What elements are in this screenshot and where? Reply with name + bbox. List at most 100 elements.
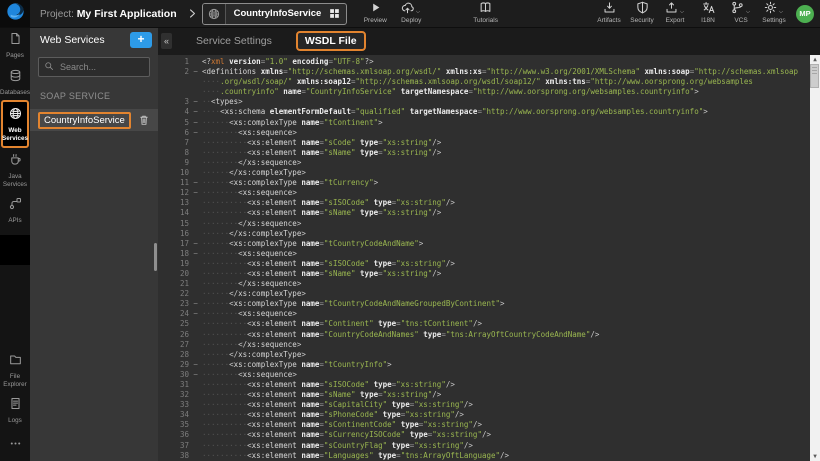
- gutter-cell[interactable]: 21: [158, 279, 202, 289]
- topbar-action-preview[interactable]: Preview: [363, 3, 387, 24]
- fold-marker[interactable]: −: [189, 299, 202, 309]
- gutter-cell[interactable]: 36: [158, 430, 202, 440]
- gutter-cell[interactable]: 32: [158, 390, 202, 400]
- tab-wsdl-file[interactable]: WSDL File: [296, 31, 366, 51]
- gutter-cell[interactable]: 5−: [158, 118, 202, 128]
- rail-more-button[interactable]: [0, 429, 30, 461]
- branch-icon: [731, 1, 744, 19]
- code-line: ····.countryinfo" name="CountryInfoServi…: [158, 87, 810, 97]
- gutter-cell[interactable]: 7: [158, 138, 202, 148]
- rail-item-label: Logs: [8, 417, 22, 425]
- gutter-cell[interactable]: 2−: [158, 67, 202, 77]
- gutter-cell[interactable]: 22: [158, 289, 202, 299]
- add-service-button[interactable]: +: [130, 32, 152, 48]
- gutter-cell[interactable]: 38: [158, 451, 202, 461]
- gutter-cell[interactable]: 19: [158, 259, 202, 269]
- gutter-cell[interactable]: 3−: [158, 97, 202, 107]
- fold-marker[interactable]: −: [189, 67, 202, 77]
- topbar-action-artifacts[interactable]: Artifacts: [597, 3, 621, 24]
- rail-item-logs[interactable]: Logs: [0, 392, 30, 429]
- rail-item-java-services[interactable]: Java Services: [0, 148, 30, 192]
- gutter-cell[interactable]: 17−: [158, 239, 202, 249]
- rail-item-apis[interactable]: APIs: [0, 192, 30, 229]
- gutter-cell[interactable]: 9: [158, 158, 202, 168]
- search-input[interactable]: [58, 61, 144, 73]
- topbar-action-export[interactable]: Export: [663, 3, 687, 24]
- gutter-cell[interactable]: 11−: [158, 178, 202, 188]
- fold-marker[interactable]: −: [189, 249, 202, 259]
- rail-item-pages[interactable]: Pages: [0, 27, 30, 64]
- gutter-cell[interactable]: 35: [158, 420, 202, 430]
- fold-marker[interactable]: −: [189, 360, 202, 370]
- gutter-cell[interactable]: 33: [158, 400, 202, 410]
- collapse-panel-button[interactable]: «: [161, 33, 172, 49]
- avatar[interactable]: MP: [796, 5, 814, 23]
- gutter-cell[interactable]: 37: [158, 441, 202, 451]
- gutter-cell[interactable]: 28: [158, 350, 202, 360]
- gutter-cell[interactable]: 20: [158, 269, 202, 279]
- wsdl-code-editor[interactable]: 1<?xml version="1.0" encoding="UTF-8"?>2…: [158, 55, 820, 461]
- gutter-cell[interactable]: [158, 77, 202, 87]
- rail-item-web-services[interactable]: Web Services: [1, 100, 29, 148]
- gutter-cell[interactable]: 27: [158, 340, 202, 350]
- topbar-action-settings[interactable]: Settings: [762, 3, 786, 24]
- fold-marker[interactable]: −: [189, 188, 202, 198]
- gutter-cell[interactable]: 18−: [158, 249, 202, 259]
- rail-item-file-explorer[interactable]: File Explorer: [0, 348, 30, 392]
- fold-marker[interactable]: −: [189, 107, 202, 117]
- topbar-action-vcs[interactable]: VCS: [729, 3, 753, 24]
- fold-marker[interactable]: −: [189, 97, 202, 107]
- gutter-cell[interactable]: 12−: [158, 188, 202, 198]
- rail-item-label: Java Services: [0, 173, 30, 188]
- code-text: ······</xs:complexType>: [202, 350, 810, 360]
- scroll-down-arrow[interactable]: ▼: [810, 452, 820, 461]
- gutter-cell[interactable]: [158, 87, 202, 97]
- delete-service-icon[interactable]: [138, 114, 150, 126]
- fold-marker[interactable]: −: [189, 118, 202, 128]
- topbar-action-security[interactable]: Security: [630, 3, 654, 24]
- gutter-cell[interactable]: 31: [158, 380, 202, 390]
- gutter-cell[interactable]: 10: [158, 168, 202, 178]
- caret-down-icon: [778, 9, 784, 15]
- code-text: ··········<xs:element name="CountryCodeA…: [202, 330, 810, 340]
- gutter-cell[interactable]: 23−: [158, 299, 202, 309]
- code-line: 19··········<xs:element name="sISOCode" …: [158, 259, 810, 269]
- fold-marker[interactable]: −: [189, 178, 202, 188]
- app-logo[interactable]: [0, 0, 30, 27]
- gutter-cell[interactable]: 26: [158, 330, 202, 340]
- tab-service-settings[interactable]: Service Settings: [186, 32, 282, 50]
- gutter-cell[interactable]: 25: [158, 319, 202, 329]
- scroll-up-arrow[interactable]: ▲: [810, 55, 820, 64]
- code-line: 25··········<xs:element name="Continent"…: [158, 319, 810, 329]
- gutter-cell[interactable]: 14: [158, 208, 202, 218]
- gutter-cell[interactable]: 30−: [158, 370, 202, 380]
- fold-marker[interactable]: −: [189, 239, 202, 249]
- topbar-action-tutorials[interactable]: Tutorials: [473, 3, 498, 24]
- scrollbar-thumb[interactable]: [810, 64, 819, 88]
- gutter-cell[interactable]: 8: [158, 148, 202, 158]
- topbar-action-i18n[interactable]: I18N: [696, 3, 720, 24]
- editor-scrollbar[interactable]: ▲ ▼: [810, 55, 820, 461]
- gutter-cell[interactable]: 34: [158, 410, 202, 420]
- service-list-item[interactable]: CountryInfoService: [30, 109, 158, 131]
- fold-marker[interactable]: −: [189, 128, 202, 138]
- fold-marker[interactable]: −: [189, 370, 202, 380]
- gutter-cell[interactable]: 4−: [158, 107, 202, 117]
- service-search[interactable]: [38, 57, 150, 77]
- grid-icon[interactable]: [329, 8, 346, 19]
- fold-marker[interactable]: −: [189, 309, 202, 319]
- line-number: 23: [163, 299, 189, 309]
- gutter-cell[interactable]: 16: [158, 229, 202, 239]
- gutter-cell[interactable]: 15: [158, 219, 202, 229]
- rail-item-databases[interactable]: Databases: [0, 64, 30, 101]
- code-line: 16······</xs:complexType>: [158, 229, 810, 239]
- gutter-cell[interactable]: 29−: [158, 360, 202, 370]
- gutter-cell[interactable]: 1: [158, 57, 202, 67]
- panel-scrollbar-thumb[interactable]: [154, 243, 157, 271]
- gutter-cell[interactable]: 6−: [158, 128, 202, 138]
- topbar-action-deploy[interactable]: Deploy: [399, 3, 423, 24]
- open-service-tab[interactable]: CountryInfoService: [202, 3, 348, 25]
- gutter-cell[interactable]: 13: [158, 198, 202, 208]
- gutter-cell[interactable]: 24−: [158, 309, 202, 319]
- topbar-right-actions: Artifacts Security Export I18N VCS Settings: [597, 3, 786, 24]
